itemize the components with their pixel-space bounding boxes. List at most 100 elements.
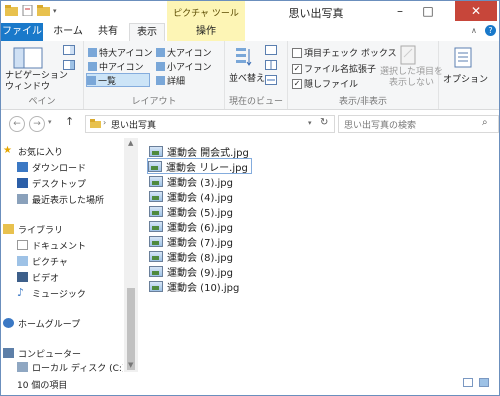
file-item[interactable]: 運動会 (6).jpg xyxy=(149,219,233,234)
ribbon-collapse-icon[interactable]: ∧ xyxy=(471,26,477,35)
address-bar[interactable]: › 思い出写真 ▾ ↻ xyxy=(85,115,335,133)
window-title: 思い出写真 xyxy=(288,7,344,20)
nav-libraries[interactable]: ライブラリ xyxy=(3,222,63,236)
tab-home[interactable]: ホーム xyxy=(49,23,87,41)
layout-item-label: 中アイコン xyxy=(99,63,144,73)
recent-places-icon xyxy=(17,194,28,204)
desktop-icon xyxy=(17,178,28,188)
up-button[interactable]: ↑ xyxy=(65,115,74,128)
item-checkboxes-toggle[interactable]: 項目チェック ボックス xyxy=(292,46,397,59)
file-item[interactable]: 運動会 (7).jpg xyxy=(149,234,233,249)
group-label-current-view: 現在のビュー xyxy=(228,97,283,107)
nav-recent-places[interactable]: 最近表示した場所 xyxy=(17,192,104,206)
file-name: 運動会 (9).jpg xyxy=(167,267,233,279)
scrollbar-thumb[interactable] xyxy=(127,288,135,370)
nav-music[interactable]: ♪ ミュージック xyxy=(17,286,86,300)
forward-button[interactable]: → xyxy=(29,116,45,132)
nav-desktop[interactable]: デスクトップ xyxy=(17,176,86,190)
file-item[interactable]: 運動会 開会式.jpg xyxy=(149,144,249,159)
nav-homegroup[interactable]: ホームグループ xyxy=(3,316,80,330)
group-by-icon[interactable] xyxy=(265,45,277,55)
file-item[interactable]: 運動会 (9).jpg xyxy=(149,264,233,279)
nav-label: ビデオ xyxy=(32,273,60,284)
file-name: 運動会 (10).jpg xyxy=(167,282,240,294)
nav-documents[interactable]: ドキュメント xyxy=(17,238,86,252)
hidden-items-toggle[interactable]: ✓ 隠しファイル xyxy=(292,77,358,90)
help-icon[interactable]: ? xyxy=(485,25,496,36)
file-extensions-toggle[interactable]: ✓ ファイル名拡張子 xyxy=(292,62,376,75)
options-button[interactable]: オプション xyxy=(443,72,488,85)
large-icons-view-icon[interactable] xyxy=(479,378,489,387)
tab-share[interactable]: 共有 xyxy=(91,23,125,41)
layout-list[interactable]: 一覧 xyxy=(86,73,150,87)
address-dropdown-icon[interactable]: ▾ xyxy=(308,119,312,127)
nav-videos[interactable]: ビデオ xyxy=(17,270,59,284)
scroll-up-icon[interactable]: ▲ xyxy=(128,139,133,147)
folder-icon[interactable] xyxy=(5,5,18,16)
file-item[interactable]: 運動会 (3).jpg xyxy=(149,174,233,189)
layout-item-label: 詳細 xyxy=(167,77,186,87)
scroll-down-icon[interactable]: ▼ xyxy=(128,361,133,369)
layout-medium-icons[interactable]: 中アイコン xyxy=(88,60,144,73)
nav-favorites[interactable]: ★ お気に入り xyxy=(3,144,63,158)
file-item[interactable]: 運動会 (10).jpg xyxy=(149,279,240,294)
tab-manage[interactable]: 操作 xyxy=(167,23,245,41)
layout-details[interactable]: 詳細 xyxy=(156,74,185,87)
properties-icon[interactable] xyxy=(21,5,34,16)
image-file-icon xyxy=(149,205,163,217)
title-bar: ▾ ピクチャ ツール 思い出写真 – □ ✕ xyxy=(1,1,499,23)
nav-label: コンピューター xyxy=(18,349,82,360)
details-view-icon[interactable] xyxy=(463,378,473,387)
hide-selected-items-button[interactable]: 選択した項目を 表示しない xyxy=(380,67,443,89)
image-file-icon xyxy=(149,250,163,262)
navigation-pane-scrollbar[interactable]: ▲ ▼ xyxy=(124,138,138,372)
checkbox-checked-icon: ✓ xyxy=(292,63,302,74)
back-button[interactable]: ← xyxy=(9,116,25,132)
qat-dropdown-icon[interactable]: ▾ xyxy=(53,7,57,15)
libraries-icon xyxy=(3,224,14,234)
downloads-icon xyxy=(17,162,28,172)
navigation-pane-button[interactable]: ナビゲーション ウィンドウ xyxy=(5,71,68,93)
nav-downloads[interactable]: ダウンロード xyxy=(17,160,86,174)
refresh-icon[interactable]: ↻ xyxy=(320,117,328,128)
maximize-button[interactable]: □ xyxy=(415,1,441,21)
layout-extra-large-icons[interactable]: 特大アイコン xyxy=(88,46,153,59)
layout-small-icons[interactable]: 小アイコン xyxy=(156,60,212,73)
new-folder-icon[interactable] xyxy=(37,5,50,16)
options-icon xyxy=(454,47,472,68)
file-name: 運動会 (8).jpg xyxy=(167,252,233,264)
search-box[interactable]: 思い出写真の検索 ⌕ xyxy=(338,115,499,133)
minimize-button[interactable]: – xyxy=(387,1,413,21)
search-icon[interactable]: ⌕ xyxy=(482,117,488,128)
file-item[interactable]: 運動会 (4).jpg xyxy=(149,189,233,204)
search-placeholder: 思い出写真の検索 xyxy=(344,121,417,131)
nav-label: ミュージック xyxy=(32,289,86,300)
list-icon xyxy=(87,75,96,85)
size-columns-icon[interactable] xyxy=(265,75,277,85)
nav-computer[interactable]: コンピューター xyxy=(3,346,81,360)
tab-file[interactable]: ファイル xyxy=(1,23,43,41)
star-icon: ★ xyxy=(3,145,12,156)
nav-label: ドキュメント xyxy=(32,241,87,252)
file-item[interactable]: 運動会 (5).jpg xyxy=(149,204,233,219)
close-button[interactable]: ✕ xyxy=(455,1,497,21)
group-label-show-hide: 表示/非表示 xyxy=(338,97,388,107)
nav-local-disk[interactable]: ローカル ディスク (C:) xyxy=(17,360,123,374)
breadcrumb-current[interactable]: 思い出写真 xyxy=(111,118,156,131)
file-item-selected[interactable]: 運動会 リレー.jpg xyxy=(147,158,252,174)
tab-view[interactable]: 表示 xyxy=(129,23,165,42)
nav-pictures[interactable]: ピクチャ xyxy=(17,254,68,268)
checkbox-unchecked-icon xyxy=(292,47,302,58)
file-item[interactable]: 運動会 (8).jpg xyxy=(149,249,233,264)
recent-locations-icon[interactable]: ▾ xyxy=(48,118,52,126)
file-name: 運動会 (3).jpg xyxy=(167,177,233,189)
details-pane-icon[interactable] xyxy=(63,60,75,70)
preview-pane-icon[interactable] xyxy=(63,45,75,55)
sort-by-button[interactable]: 並べ替え xyxy=(229,71,265,84)
layout-large-icons[interactable]: 大アイコン xyxy=(156,46,212,59)
ribbon: ナビゲーション ウィンドウ ペイン 特大アイコン 大アイコン 中アイコン 小アイ… xyxy=(1,41,499,110)
layout-item-label: 大アイコン xyxy=(167,49,212,59)
ribbon-tabs: ファイル ホーム 共有 表示 操作 ∧ ? xyxy=(1,23,499,42)
file-name: 運動会 リレー.jpg xyxy=(166,162,248,174)
add-columns-icon[interactable] xyxy=(265,60,277,70)
